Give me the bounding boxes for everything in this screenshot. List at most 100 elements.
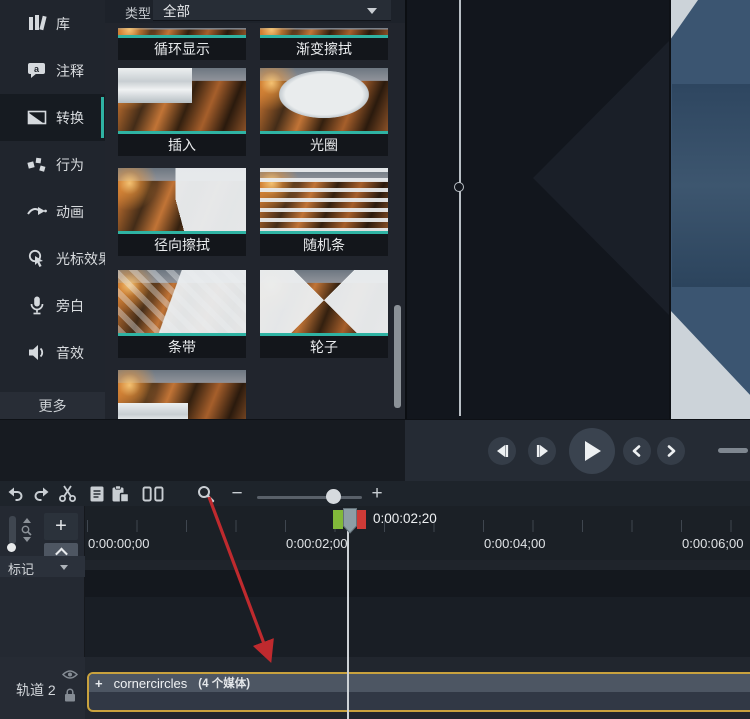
zoom-in-button[interactable]: + [368, 481, 386, 506]
sidebar-more-button[interactable]: 更多 [0, 392, 105, 419]
undo-button[interactable] [5, 481, 25, 506]
sidebar-item-label: 光标效果 [56, 249, 112, 269]
chevron-left-icon [631, 445, 643, 457]
transition-label: 光圈 [260, 134, 388, 156]
sidebar-item-cursor-effects[interactable]: 光标效果 [0, 235, 105, 282]
sidebar-item-behaviors[interactable]: 行为 [0, 141, 105, 188]
chevron-right-icon [665, 445, 677, 457]
sidebar-item-audio-effects[interactable]: 音效 [0, 329, 105, 376]
transition-card-cycle[interactable]: 循环显示 [118, 28, 246, 60]
transition-thumbnail [118, 370, 246, 419]
transition-label: 随机条 [260, 234, 388, 256]
mini-magnifier-icon [21, 525, 32, 536]
ruler-label: 0:00:00;00 [88, 536, 149, 551]
transition-thumbnail [118, 270, 246, 333]
zoom-in-tiny-icon[interactable] [23, 518, 31, 523]
transition-card-insert[interactable]: 插入 [118, 68, 246, 156]
track2-group-clip[interactable]: + cornercircles (4 个媒体) [87, 672, 750, 712]
sidebar-item-library[interactable]: 库 [0, 0, 105, 47]
zoom-slider-track[interactable] [257, 496, 362, 499]
playhead-in-handle[interactable] [333, 510, 343, 529]
group-clip-header: + cornercircles (4 个媒体) [89, 674, 750, 692]
sidebar-item-label: 行为 [56, 155, 84, 175]
transition-thumbnail [260, 28, 388, 35]
timeline-gutter: + 标记 轨道 2 [0, 506, 85, 719]
zoom-slider-knob[interactable] [326, 489, 341, 504]
sidebar-item-annotations[interactable]: a 注释 [0, 47, 105, 94]
transition-thumbnail [118, 68, 246, 131]
ruler-label: 0:00:06;00 [682, 536, 743, 551]
next-button[interactable] [657, 437, 685, 465]
timeline-toolbar: − + [0, 481, 750, 506]
zoom-tool-button[interactable] [194, 481, 218, 506]
track-height-slider[interactable] [9, 516, 16, 544]
guide-handle[interactable] [454, 182, 464, 192]
step-back-button[interactable] [488, 437, 516, 465]
lock-icon[interactable] [64, 688, 76, 702]
transitions-panel: 类型 全部 循环显示 渐变擦拭 插入 光圈 [105, 0, 405, 419]
transition-card-radial-wipe[interactable]: 径向擦拭 [118, 168, 246, 256]
transition-card-partial[interactable] [118, 370, 246, 419]
chevron-down-icon [367, 8, 377, 14]
canvas-shape [533, 40, 670, 316]
group-expand-button[interactable]: + [95, 676, 103, 691]
play-button[interactable] [569, 428, 615, 474]
volume-slider[interactable] [718, 448, 748, 453]
previous-button[interactable] [623, 437, 651, 465]
sidebar-item-label: 库 [56, 14, 70, 34]
transition-thumbnail [260, 270, 388, 333]
ruler-label: 0:00:04;00 [484, 536, 545, 551]
copy-icon [89, 485, 106, 503]
transition-label: 插入 [118, 134, 246, 156]
type-filter-row: 类型 全部 [105, 0, 405, 23]
camtasia-window: 库 a 注释 转换 行为 [0, 0, 750, 719]
transition-label: 渐变擦拭 [260, 38, 388, 60]
track-height-slider-thumb[interactable] [7, 543, 16, 552]
annotation-icon: a [27, 61, 47, 80]
behaviors-icon [27, 155, 47, 174]
type-filter-dropdown[interactable]: 全部 [153, 0, 391, 21]
panel-scrollbar[interactable] [394, 305, 401, 408]
sidebar-item-animations[interactable]: 动画 [0, 188, 105, 235]
zoom-out-button[interactable]: − [228, 481, 246, 506]
add-track-button[interactable]: + [44, 513, 78, 540]
redo-button[interactable] [31, 481, 51, 506]
sidebar-item-label: 注释 [56, 61, 84, 81]
split-button[interactable] [140, 481, 166, 506]
redo-icon [33, 486, 50, 502]
sidebar-item-narration[interactable]: 旁白 [0, 282, 105, 329]
sidebar: 库 a 注释 转换 行为 [0, 0, 105, 419]
magnifier-icon [197, 485, 215, 503]
playhead-line [347, 531, 349, 719]
track2-header: 轨道 2 [0, 657, 85, 719]
zoom-out-tiny-icon[interactable] [23, 537, 31, 542]
marker-label: 标记 [8, 559, 34, 578]
transition-card-random-bars[interactable]: 随机条 [260, 168, 388, 256]
playback-bar [0, 419, 750, 481]
type-filter-label: 类型 [125, 3, 151, 22]
step-forward-icon [535, 444, 550, 458]
transition-card-wheel[interactable]: 轮子 [260, 270, 388, 358]
copy-button[interactable] [86, 481, 108, 506]
play-icon [582, 440, 602, 462]
playhead-out-handle[interactable] [357, 510, 366, 529]
marker-dropdown[interactable]: 标记 [0, 556, 85, 577]
paste-button[interactable] [108, 481, 132, 506]
cut-button[interactable] [56, 481, 78, 506]
eye-icon[interactable] [62, 669, 78, 680]
transition-card-fade-wipe[interactable]: 渐变擦拭 [260, 28, 388, 60]
animations-icon [27, 202, 47, 221]
sidebar-item-transitions[interactable]: 转换 [0, 94, 105, 141]
chevron-down-icon [60, 565, 68, 570]
canvas-guide-line[interactable] [459, 0, 461, 416]
step-forward-button[interactable] [528, 437, 556, 465]
transition-card-iris[interactable]: 光圈 [260, 68, 388, 156]
scissors-icon [58, 485, 77, 503]
split-icon [142, 486, 164, 502]
transition-card-strips[interactable]: 条带 [118, 270, 246, 358]
transition-thumbnail [260, 68, 388, 131]
transition-thumbnail [260, 168, 388, 231]
playhead-head[interactable] [343, 508, 357, 534]
timeline-band [85, 570, 750, 597]
transition-label: 条带 [118, 336, 246, 358]
